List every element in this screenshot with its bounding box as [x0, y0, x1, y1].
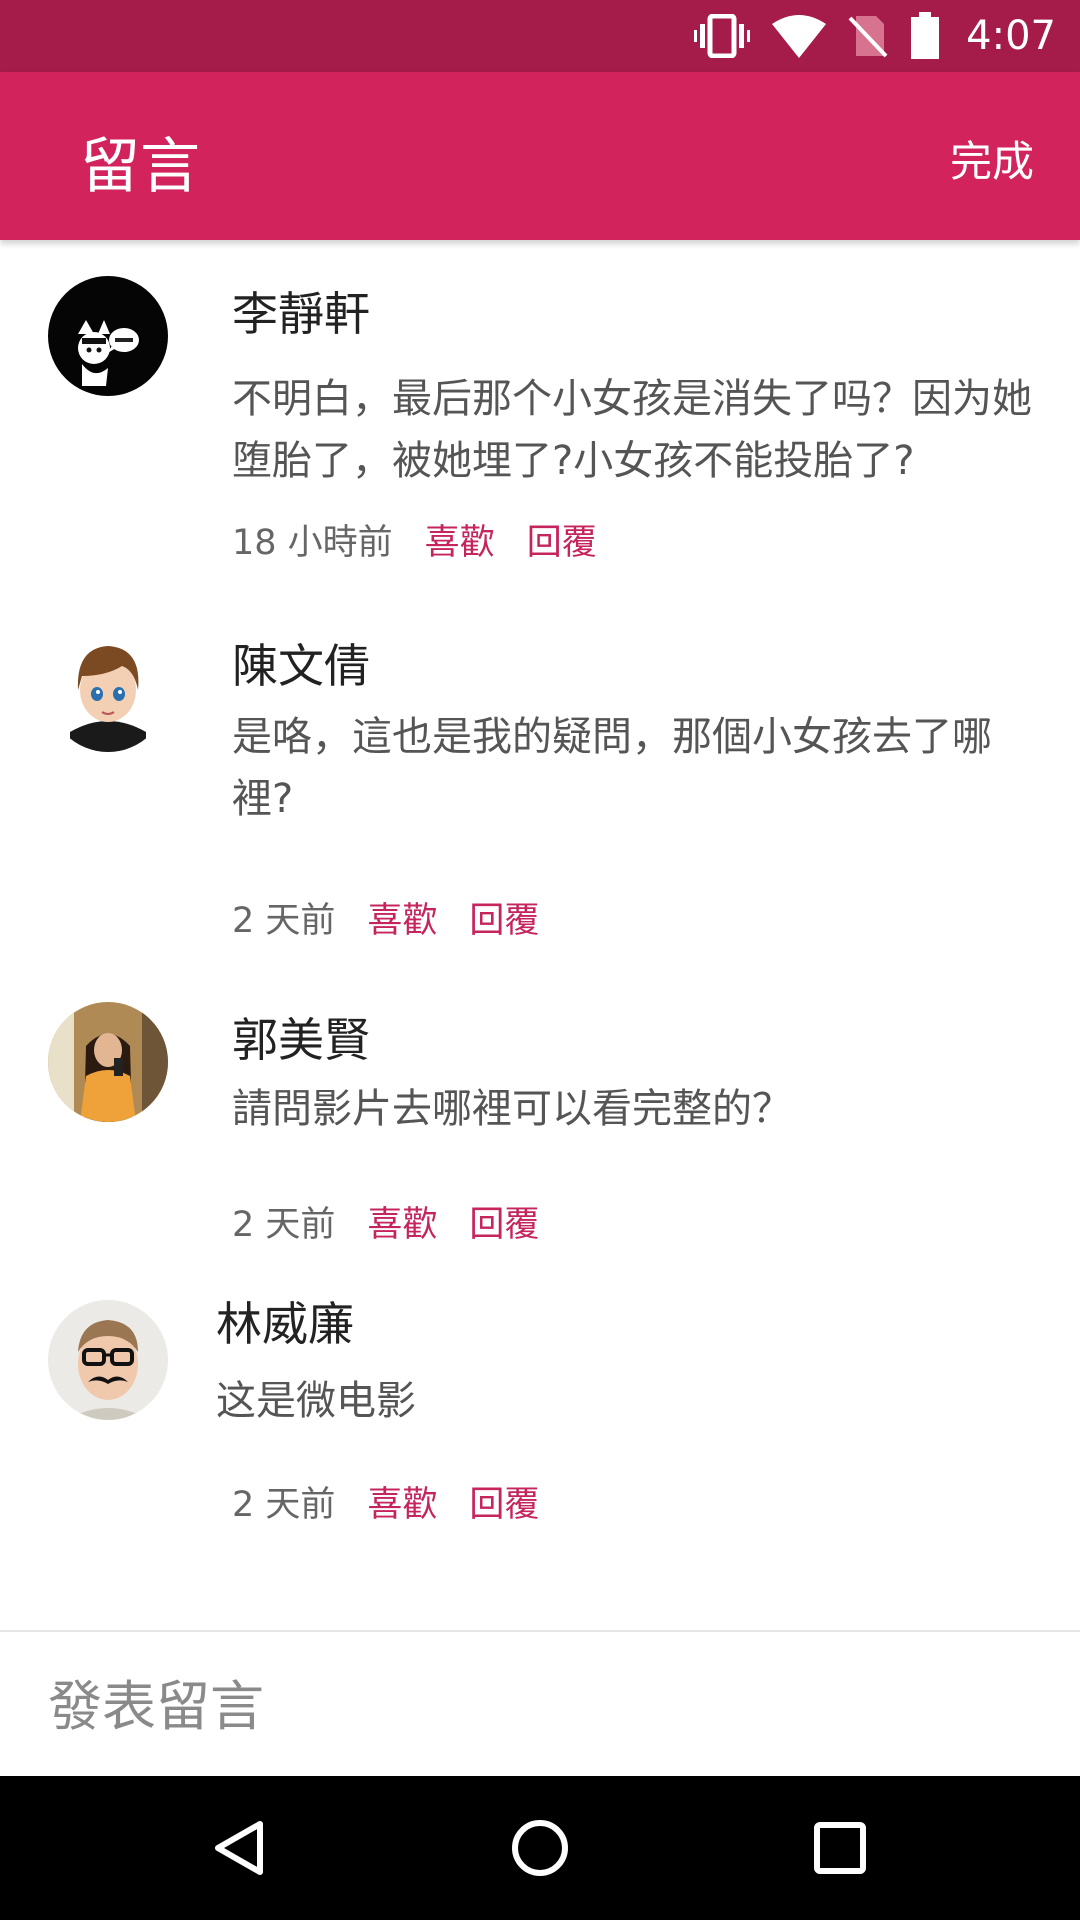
reply-button[interactable]: 回覆: [469, 1196, 539, 1247]
done-button[interactable]: 完成: [950, 128, 1034, 189]
avatar[interactable]: [48, 1002, 168, 1122]
comment-time: 2 天前: [232, 1485, 336, 1525]
reply-button[interactable]: 回覆: [469, 1476, 539, 1527]
battery-icon: [911, 12, 940, 59]
comment-time: 2 天前: [232, 901, 336, 941]
app-bar: 留言 完成: [0, 72, 1080, 240]
comment-meta: 2 天前 喜歡 回覆: [232, 1476, 539, 1527]
reply-button[interactable]: 回覆: [469, 892, 539, 943]
like-button[interactable]: 喜歡: [425, 514, 495, 565]
avatar[interactable]: [48, 276, 168, 396]
comment-time: 2 天前: [232, 1205, 336, 1245]
recents-icon[interactable]: [790, 1798, 890, 1898]
home-icon[interactable]: [490, 1798, 590, 1898]
page-title: 留言: [80, 132, 200, 202]
reply-button[interactable]: 回覆: [527, 514, 597, 565]
vibrate-icon: [694, 14, 751, 58]
like-button[interactable]: 喜歡: [367, 1476, 437, 1527]
like-button[interactable]: 喜歡: [367, 892, 437, 943]
comment-author: 林威廉: [216, 1297, 354, 1351]
comment-author: 李靜軒: [232, 287, 370, 341]
compose-bar: [0, 1632, 1080, 1776]
no-sim-icon: [848, 16, 888, 58]
comment-body: 請問影片去哪裡可以看完整的？: [232, 1086, 792, 1132]
comment-time: 18 小時前: [232, 523, 393, 563]
comment-meta: 2 天前 喜歡 回覆: [232, 1196, 539, 1247]
comment-author: 郭美賢: [232, 1013, 370, 1067]
navigation-bar: [0, 1776, 1080, 1920]
back-icon[interactable]: [190, 1798, 290, 1898]
comment-author: 陳文倩: [232, 639, 370, 693]
comment-meta: 2 天前 喜歡 回覆: [232, 892, 539, 943]
comment-body: 是咯，這也是我的疑問，那個小女孩去了哪裡?: [232, 714, 992, 822]
avatar[interactable]: [48, 632, 168, 752]
like-button[interactable]: 喜歡: [367, 1196, 437, 1247]
wifi-icon: [772, 15, 827, 58]
comment-input[interactable]: [46, 1670, 1030, 1742]
avatar[interactable]: [48, 1300, 168, 1420]
status-time: 4:07: [966, 13, 1056, 59]
comment-meta: 18 小時前 喜歡 回覆: [232, 514, 597, 565]
status-bar: 4:07: [0, 0, 1080, 72]
comment-body: 不明白，最后那个小女孩是消失了吗？因为她堕胎了，被她埋了?小女孩不能投胎了?: [232, 376, 1032, 484]
comment-body: 这是微电影: [216, 1378, 416, 1424]
